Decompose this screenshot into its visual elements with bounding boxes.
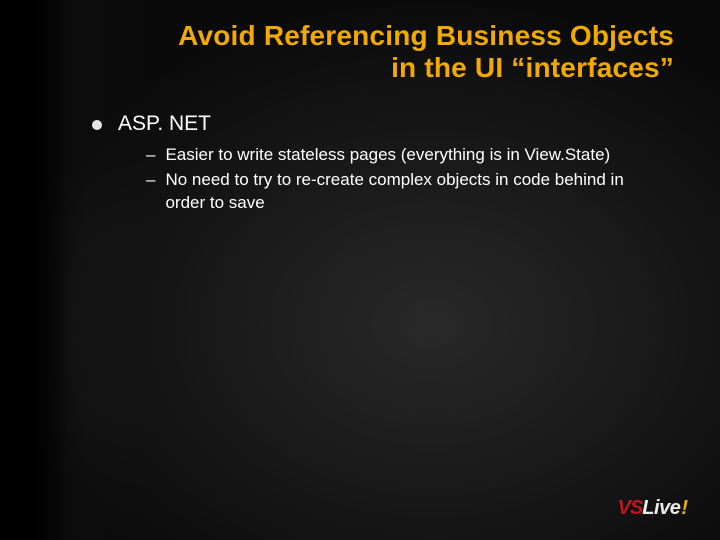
logo-bang: ! [681,497,688,520]
logo-vs: VS [618,497,643,520]
slide-body: ASP. NET – Easier to write stateless pag… [60,112,680,215]
bullet-level1-text: ASP. NET [118,112,211,136]
vslive-logo: VSLive! [618,497,688,520]
slide: Avoid Referencing Business Objects in th… [0,0,720,540]
bullet-dot-icon [92,120,102,130]
slide-title: Avoid Referencing Business Objects in th… [60,20,680,84]
bullet-sublist: – Easier to write stateless pages (every… [92,144,680,215]
bullet-dash-icon: – [146,169,155,192]
bullet-level1: ASP. NET [92,112,680,136]
logo-live: Live [642,497,680,520]
bullet-level2: – Easier to write stateless pages (every… [146,144,680,167]
bullet-level2-text: No need to try to re-create complex obje… [165,169,635,215]
bullet-level2: – No need to try to re-create complex ob… [146,169,680,215]
bullet-level2-text: Easier to write stateless pages (everyth… [165,144,610,167]
bullet-dash-icon: – [146,144,155,167]
